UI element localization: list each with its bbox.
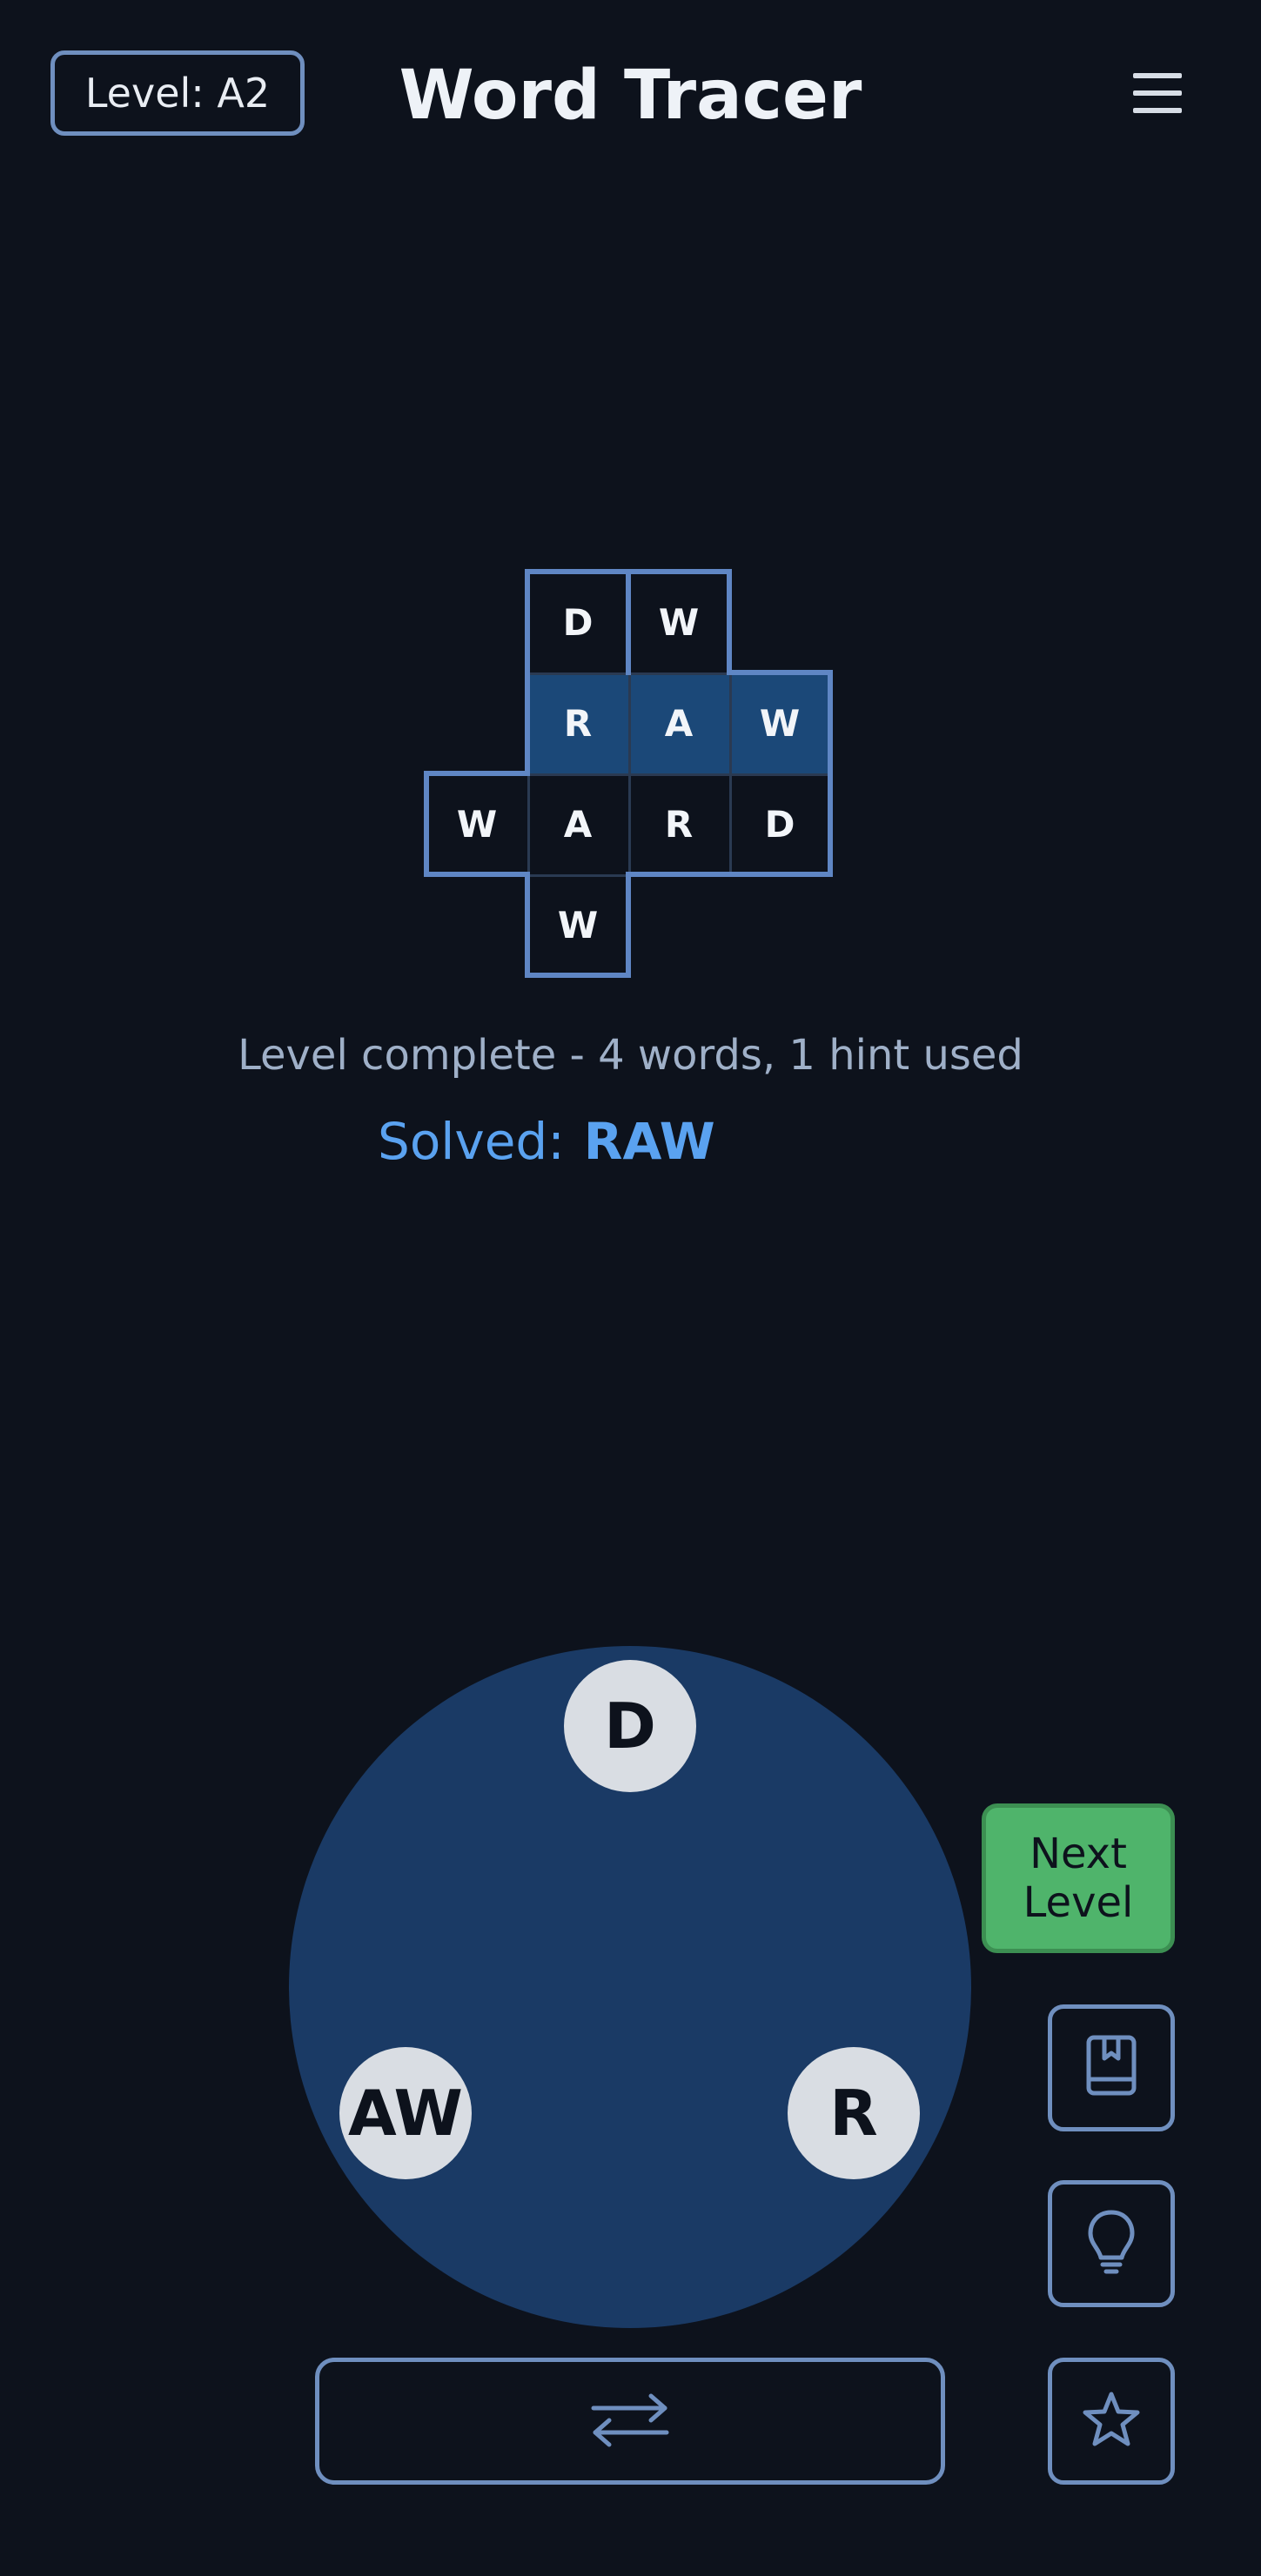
grid-border-segment <box>424 771 530 776</box>
grid-cell: W <box>729 672 830 773</box>
grid-cell: R <box>527 672 628 773</box>
grid-border-segment <box>828 771 833 877</box>
level-badge[interactable]: Level: A2 <box>50 50 305 136</box>
grid-border-segment <box>727 670 833 675</box>
grid-border-segment <box>626 569 631 675</box>
solved-word-line: Solved: RAW <box>378 1107 715 1176</box>
grid-border-segment <box>525 569 631 574</box>
grid-border-segment <box>424 771 429 877</box>
favorite-button[interactable] <box>1048 2358 1175 2485</box>
hint-button[interactable] <box>1048 2180 1175 2307</box>
page-title: Word Tracer <box>399 57 862 135</box>
grid-border-segment <box>424 872 530 877</box>
letter-tile-top[interactable]: D <box>564 1660 696 1792</box>
solved-label: Solved: <box>378 1112 565 1171</box>
grid-border-segment <box>626 569 732 574</box>
hamburger-menu-icon[interactable] <box>1123 54 1192 132</box>
grid-border-segment <box>828 670 833 776</box>
grid-border-segment <box>727 872 833 877</box>
grid-border-segment <box>525 973 631 978</box>
grid-cell: W <box>527 874 628 975</box>
grid-border-segment <box>626 872 732 877</box>
level-status-message: Level complete - 4 words, 1 hint used <box>238 1031 1023 1080</box>
shuffle-arrows-icon <box>588 2389 672 2453</box>
grid-border-segment <box>626 872 631 978</box>
grid-cell: W <box>628 572 729 672</box>
book-icon <box>1083 2034 1139 2102</box>
grid-cell: D <box>527 572 628 672</box>
letter-tile-right[interactable]: R <box>788 2047 920 2179</box>
grid-cell: A <box>628 672 729 773</box>
star-icon <box>1082 2391 1141 2452</box>
grid-border-segment <box>727 569 732 675</box>
grid-border-segment <box>525 569 530 675</box>
grid-border-segment <box>525 670 530 776</box>
grid-cell: D <box>729 773 830 874</box>
solved-word: RAW <box>583 1112 715 1171</box>
lightbulb-icon <box>1085 2209 1137 2278</box>
next-level-label: Next Level <box>1023 1830 1134 1927</box>
grid-cell: R <box>628 773 729 874</box>
grid-cell: A <box>527 773 628 874</box>
dictionary-button[interactable] <box>1048 2004 1175 2131</box>
grid-cell: W <box>426 773 527 874</box>
next-level-button[interactable]: Next Level <box>982 1803 1175 1953</box>
letter-tile-left[interactable]: AW <box>339 2047 472 2179</box>
shuffle-button[interactable] <box>315 2358 945 2485</box>
grid-border-segment <box>525 872 530 978</box>
